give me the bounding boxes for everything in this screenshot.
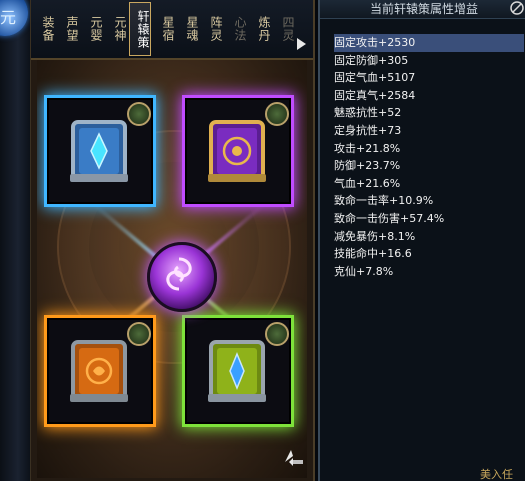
book-icon <box>70 340 128 402</box>
swirl-icon <box>166 257 192 291</box>
slot-upgrade-button[interactable] <box>127 102 151 126</box>
ce-board <box>37 60 307 478</box>
tooltip-title: 当前轩辕策属性增益 <box>369 2 478 16</box>
slot-upgrade-button[interactable] <box>127 322 151 346</box>
attribute-item: 魅惑抗性+52 <box>334 106 402 120</box>
tab-liandan[interactable]: 炼丹 <box>249 4 271 54</box>
attribute-item: 致命一击率+10.9% <box>334 194 434 208</box>
xuanyuan-panel: 装备 声望 元婴 元神 轩辕策 星宿 星魂 阵灵 心法 炼丹 四灵 <box>30 0 315 481</box>
attribute-item: 技能命中+16.6 <box>334 247 412 261</box>
tab-yuanshen[interactable]: 元神 <box>105 4 127 54</box>
book-icon <box>208 340 266 402</box>
tab-yuanying[interactable]: 元婴 <box>81 4 103 54</box>
slot-upgrade-button[interactable] <box>265 322 289 346</box>
attribute-item: 致命一击伤害+57.4% <box>334 211 445 225</box>
slot-upgrade-button[interactable] <box>265 102 289 126</box>
attribute-tooltip: 当前轩辕策属性增益 固定攻击+2530 固定防御+305 固定气血+5107 固… <box>318 0 525 481</box>
tab-equip[interactable]: 装备 <box>33 4 55 54</box>
attribute-item: 防御+23.7% <box>334 159 401 173</box>
attribute-item: 固定防御+305 <box>334 53 409 67</box>
attribute-item: 定身抗性+73 <box>334 123 402 137</box>
tab-reputation[interactable]: 声望 <box>57 4 79 54</box>
attribute-item: 攻击+21.8% <box>334 141 401 155</box>
tab-siling[interactable]: 四灵 <box>273 4 295 54</box>
tab-xuanyuance[interactable]: 轩辕策 <box>129 2 151 56</box>
close-icon[interactable] <box>510 1 524 15</box>
tab-zhenling[interactable]: 阵灵 <box>201 4 223 54</box>
sphere-icon[interactable] <box>0 0 28 36</box>
center-orb-button[interactable] <box>147 242 217 312</box>
tab-xingxiu[interactable]: 星宿 <box>153 4 175 54</box>
tab-xinghun[interactable]: 星魂 <box>177 4 199 54</box>
attribute-item: 气血+21.6% <box>334 176 401 190</box>
tab-xinfa[interactable]: 心法 <box>225 4 247 54</box>
attribute-item: 固定气血+5107 <box>334 71 416 85</box>
ce-slot-blue[interactable] <box>47 98 153 204</box>
tab-next-arrow-icon[interactable] <box>297 38 306 50</box>
ce-slot-orange[interactable] <box>47 318 153 424</box>
tab-bar: 装备 声望 元婴 元神 轩辕策 星宿 星魂 阵灵 心法 炼丹 四灵 <box>31 0 313 60</box>
attribute-list: 固定攻击+2530 固定防御+305 固定气血+5107 固定真气+2584 魅… <box>334 34 524 280</box>
attribute-item: 固定攻击+2530 <box>334 34 524 52</box>
book-icon <box>208 120 266 182</box>
attribute-item: 减免暴伤+8.1% <box>334 229 416 243</box>
tooltip-header: 当前轩辕策属性增益 <box>320 0 525 19</box>
book-icon <box>70 120 128 182</box>
left-edge-bar <box>0 0 30 481</box>
footer-fragment: 美入任 <box>480 468 513 481</box>
attribute-item: 固定真气+2584 <box>334 88 416 102</box>
attribute-item: 克仙+7.8% <box>334 264 394 278</box>
ce-slot-green[interactable] <box>185 318 291 424</box>
ce-slot-purple[interactable] <box>185 98 291 204</box>
feather-return-icon[interactable] <box>281 446 305 466</box>
